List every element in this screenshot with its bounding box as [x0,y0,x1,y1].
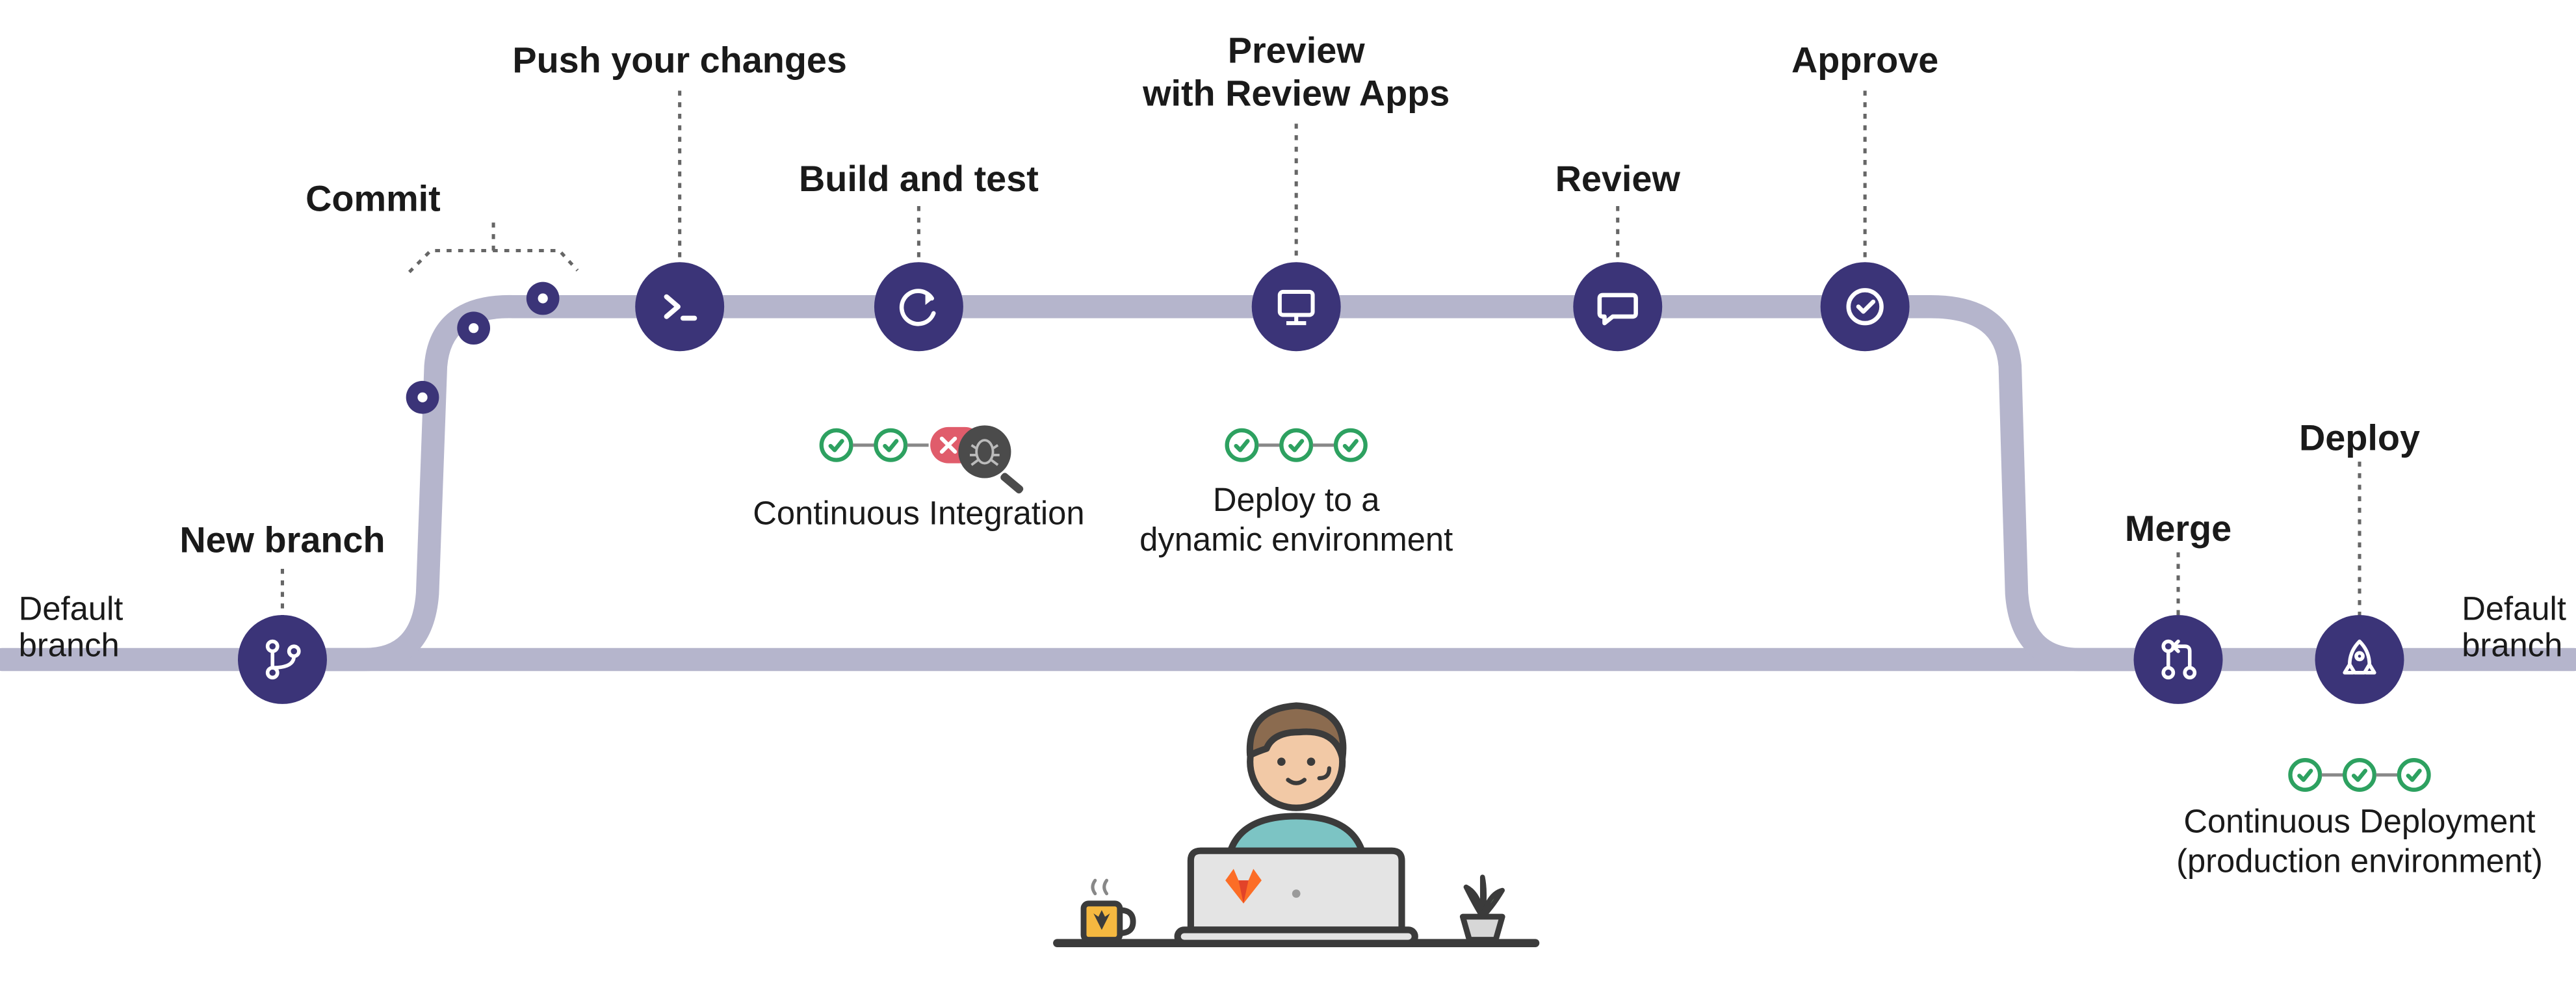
bug-magnifier-icon [958,425,1024,495]
label-default-branch-right: Default branch [2462,590,2575,664]
label-push: Push your changes [512,40,847,81]
label-commit: Commit [306,178,441,219]
caption-deploy-1: Deploy to a [1213,481,1380,518]
caption-cd-2: (production environment) [2176,843,2543,880]
label-deploy: Deploy [2299,417,2420,458]
label-preview-2: with Review Apps [1142,72,1450,113]
node-push [635,262,724,351]
cd-status-row [2290,760,2428,790]
plant-icon [1463,877,1502,939]
node-preview [1252,262,1341,351]
pipeline-diagram: Default branch Default branch New branch… [0,0,2576,981]
node-build-test [874,262,963,351]
label-approve: Approve [1791,40,1938,81]
label-default-branch-left: Default branch [19,590,133,664]
caption-deploy-2: dynamic environment [1139,521,1453,558]
preview-status-row [1227,430,1366,460]
caption-ci: Continuous Integration [753,494,1084,531]
caption-cd-1: Continuous Deployment [2183,803,2535,840]
coffee-mug-icon [1084,880,1133,939]
label-merge: Merge [2125,508,2231,549]
label-preview-1: Preview [1228,29,1365,70]
node-deploy [2315,615,2404,704]
label-build-test: Build and test [799,158,1039,199]
node-approve [1821,262,1910,351]
label-review: Review [1555,158,1681,199]
node-merge [2134,615,2223,704]
node-new-branch [238,615,327,704]
ci-status-row [822,425,1025,495]
node-review [1573,262,1662,351]
label-new-branch: New branch [179,519,385,560]
developer-illustration [1057,705,1535,943]
commit-bracket [410,222,578,272]
